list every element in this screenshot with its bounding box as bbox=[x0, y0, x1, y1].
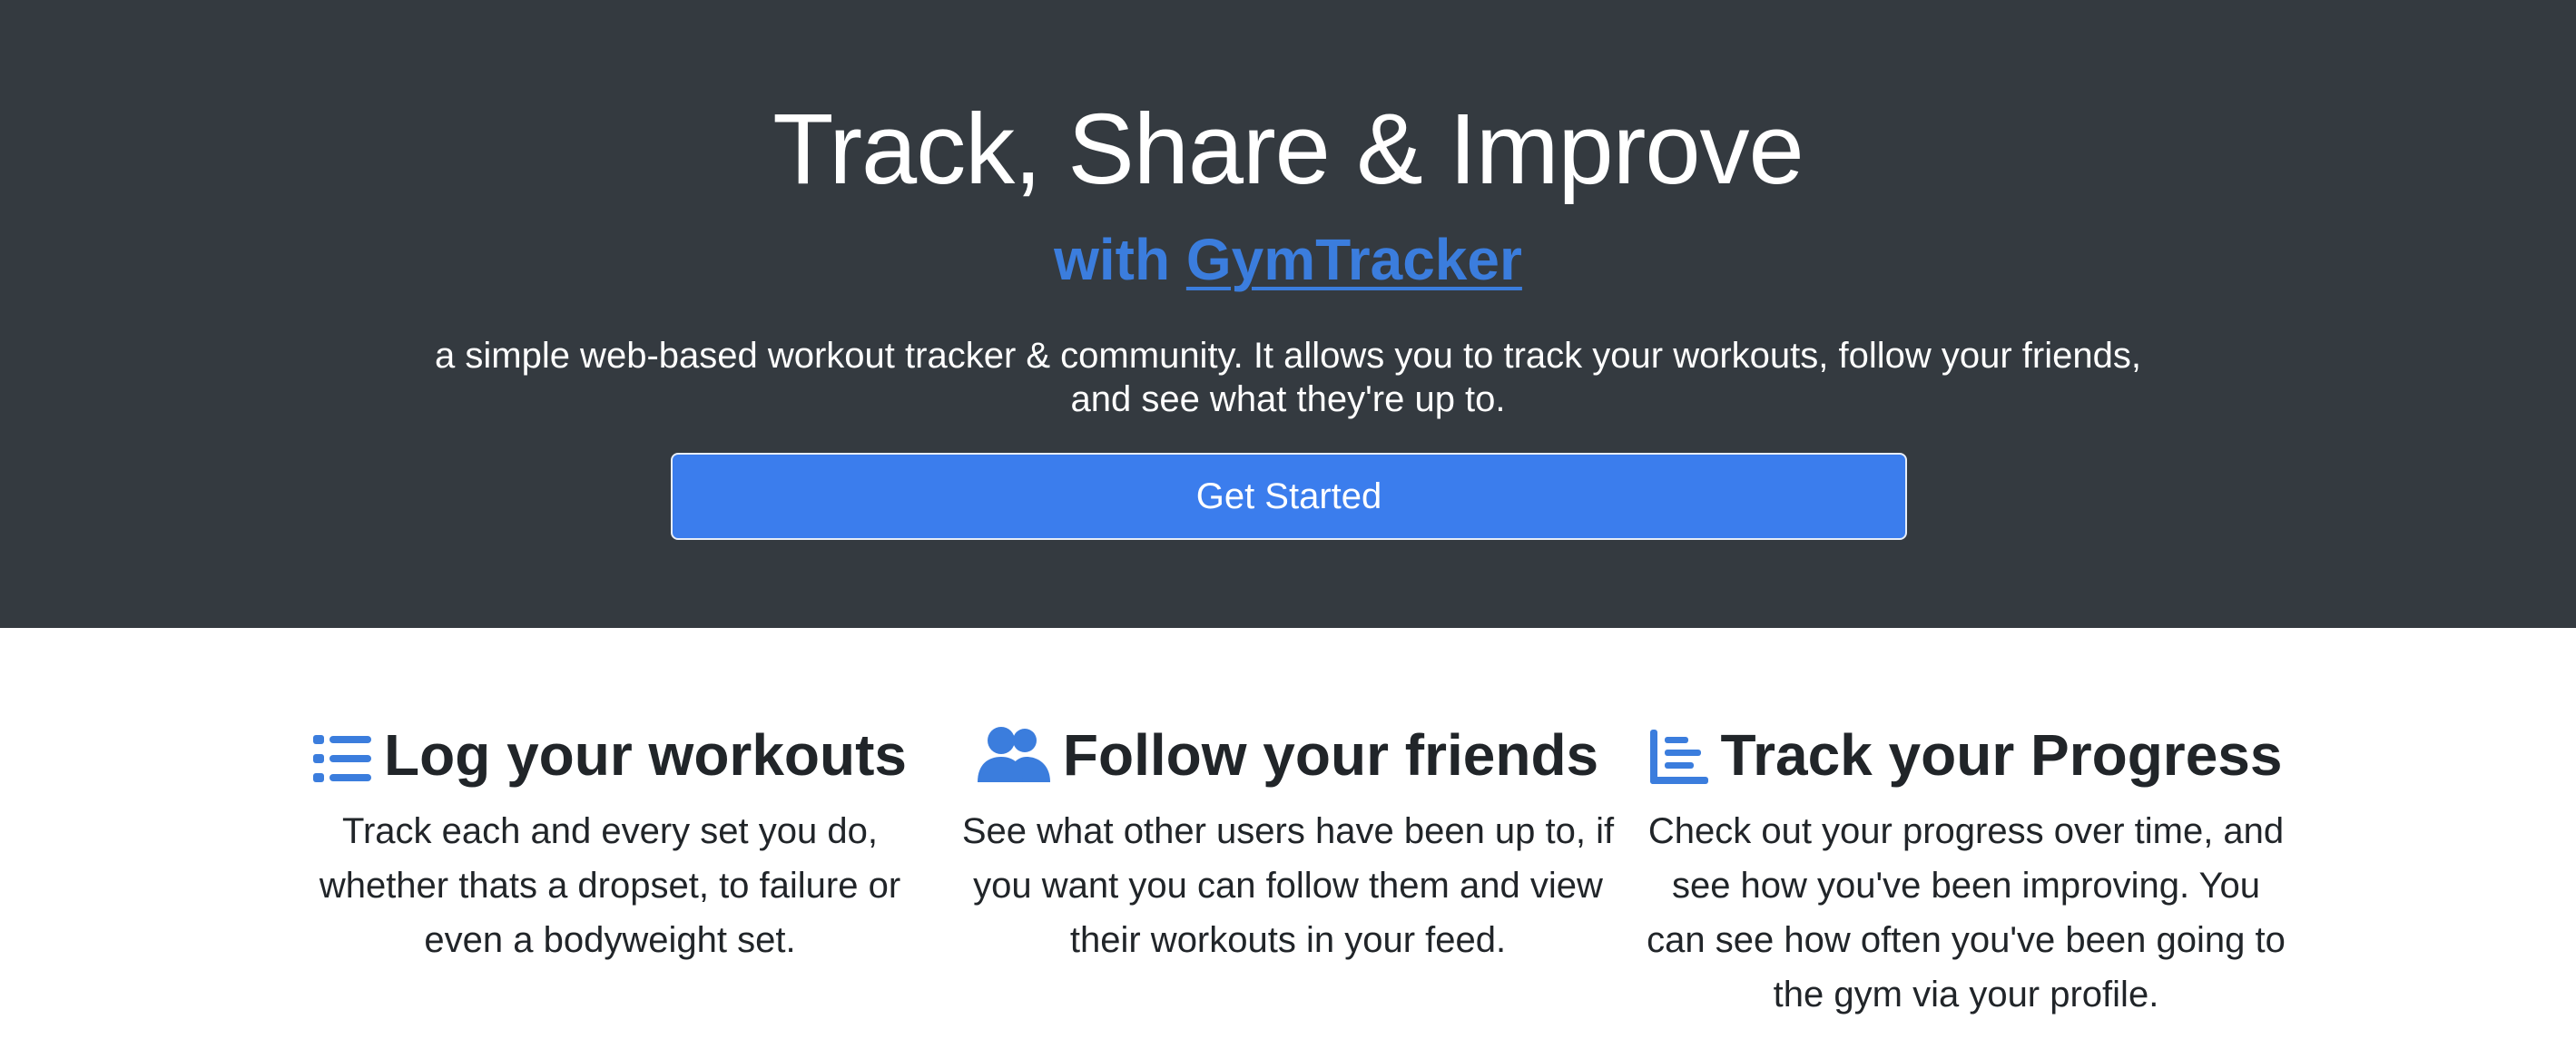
feature-track-progress: Track your Progress Check out your progr… bbox=[1639, 719, 2293, 1022]
feature-title: Track your Progress bbox=[1720, 722, 2283, 788]
hero-subtitle: with GymTracker bbox=[0, 223, 2576, 296]
feature-title: Follow your friends bbox=[1062, 722, 1599, 788]
hero-title: Track, Share & Improve bbox=[772, 93, 1804, 205]
feature-heading: Track your Progress bbox=[1639, 719, 2293, 791]
users-icon bbox=[977, 726, 1050, 800]
feature-follow-friends: Follow your friends See what other users… bbox=[961, 719, 1615, 967]
list-icon bbox=[313, 728, 371, 800]
get-started-button[interactable]: Get Started bbox=[671, 453, 1907, 540]
hero-section: Track, Share & Improve with GymTracker a… bbox=[0, 0, 2576, 628]
feature-log-workouts: Log your workouts Track each and every s… bbox=[283, 719, 937, 967]
feature-description: Track each and every set you do, whether… bbox=[319, 811, 901, 960]
bar-chart-icon bbox=[1649, 728, 1708, 800]
gymtracker-link[interactable]: GymTracker bbox=[1186, 227, 1522, 292]
feature-description: See what other users have been up to, if… bbox=[961, 811, 1615, 960]
feature-heading: Follow your friends bbox=[961, 719, 1615, 791]
hero-subtitle-prefix: with bbox=[1054, 227, 1186, 292]
features-section: Log your workouts Track each and every s… bbox=[0, 628, 2576, 1049]
feature-heading: Log your workouts bbox=[283, 719, 937, 791]
feature-title: Log your workouts bbox=[384, 722, 907, 788]
hero-lead: a simple web-based workout tracker & com… bbox=[435, 336, 2141, 419]
feature-description: Check out your progress over time, and s… bbox=[1647, 811, 2286, 1015]
